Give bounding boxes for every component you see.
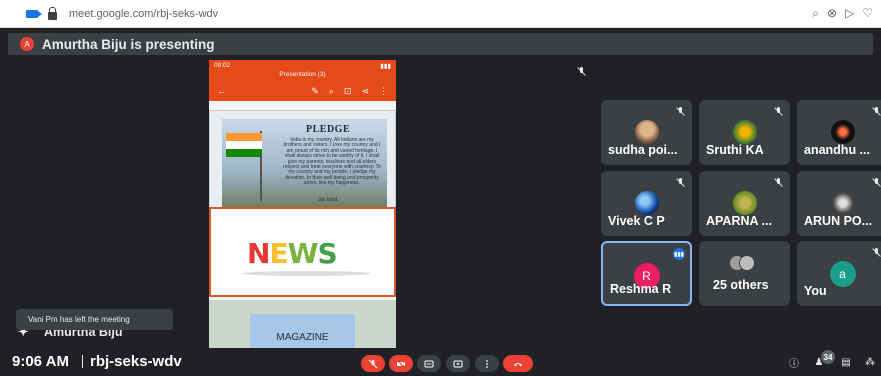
status-time: 09:02 [214, 62, 231, 69]
slide-news[interactable]: NEWS [209, 207, 396, 297]
participant-tile[interactable]: APARNA ... [699, 171, 790, 236]
mic-off-icon [676, 178, 685, 187]
participant-name: ARUN PO... [804, 214, 873, 228]
avatar [830, 191, 855, 215]
more-vert-icon[interactable]: ⋮ [379, 86, 388, 97]
avatar [732, 120, 757, 144]
presentation-screen: 09:02 ▮▮▮ Presentation (3) ← ✎ ⌕ ⊡ ⋖ ⋮ P… [209, 60, 396, 348]
slide-pledge[interactable]: PLEDGE India is my country. All Indians … [209, 110, 396, 210]
browser-url-bar: meet.google.com/rbj-seks-wdv ⌕ ⊗ ▷ ♡ [0, 0, 881, 28]
avatar: a [829, 261, 856, 287]
activities-icon[interactable]: ⁂ [864, 356, 876, 368]
participant-name: sudha poi... [608, 143, 678, 157]
news-wordart: NEWS [247, 237, 338, 270]
mic-off-button[interactable] [361, 355, 385, 372]
participant-tile[interactable]: Sruthi KA [699, 100, 790, 165]
signal-icon: ▮▮▮ [380, 62, 391, 70]
speaking-indicator-icon: ▮▮▮ [673, 248, 685, 260]
participant-tile[interactable]: sudha poi... [601, 100, 692, 165]
more-vert-icon [486, 359, 488, 368]
clock: 9:06 AM [12, 353, 69, 370]
url-text[interactable]: meet.google.com/rbj-seks-wdv [69, 8, 218, 20]
participant-name: Vivek C P [608, 214, 665, 228]
slide-title: PLEDGE [306, 124, 351, 135]
more-options-button[interactable] [475, 355, 499, 372]
present-screen-icon [453, 360, 463, 367]
video-camera-icon [26, 9, 42, 18]
participant-count-badge: 34 [821, 350, 835, 364]
lock-icon[interactable] [48, 6, 57, 20]
self-tile[interactable]: a You [797, 241, 881, 306]
mic-off-icon [774, 178, 783, 187]
video-off-icon [396, 359, 406, 368]
mic-off-icon [774, 107, 783, 116]
pencil-icon[interactable]: ✎ [311, 86, 319, 97]
news-shadow [241, 271, 371, 276]
avatar [634, 120, 659, 144]
mic-off-icon [872, 178, 881, 187]
send-icon[interactable]: ▷ [845, 6, 854, 21]
avatar [830, 120, 855, 144]
bottom-bar: 9:06 AM rbj-seks-wdv ⓘ ♟ 34 ▤ ⁂ [0, 348, 881, 376]
participant-name: APARNA ... [706, 214, 772, 228]
slides-toolbar: ← ✎ ⌕ ⊡ ⋖ ⋮ [209, 81, 396, 101]
participant-tile[interactable]: anandhu ... [797, 100, 881, 165]
meeting-code: rbj-seks-wdv [90, 353, 182, 370]
mic-off-icon [577, 67, 586, 76]
heart-icon[interactable]: ♡ [862, 6, 873, 21]
others-count: 25 others [713, 278, 769, 292]
app-title: Presentation (3) [209, 71, 396, 81]
participant-name: Sruthi KA [706, 143, 764, 157]
participant-tile[interactable]: Vivek C P [601, 171, 692, 236]
share-icon[interactable]: ⋖ [361, 86, 369, 97]
browser-actions: ⌕ ⊗ ▷ ♡ [812, 6, 873, 21]
slide-magazine[interactable]: MAGAZINE [209, 300, 396, 348]
mic-off-icon [872, 248, 881, 257]
present-button[interactable] [446, 355, 470, 372]
end-call-button[interactable] [503, 355, 533, 372]
search-icon[interactable]: ⌕ [329, 86, 334, 97]
pledge-text: India is my country. All Indians are my … [283, 137, 381, 187]
divider [82, 355, 83, 368]
zoom-icon[interactable]: ⌕ [812, 6, 819, 21]
mic-off-icon [872, 107, 881, 116]
mic-off-icon [368, 359, 378, 368]
participant-tile-speaking[interactable]: ▮▮▮ R Reshma R [601, 241, 692, 306]
mic-off-icon [676, 107, 685, 116]
presenting-banner: A Amurtha Biju is presenting [8, 33, 873, 55]
info-icon[interactable]: ⓘ [788, 356, 800, 370]
camera-off-button[interactable] [389, 355, 413, 372]
magazine-title: MAGAZINE [250, 314, 355, 348]
participant-tile[interactable]: ARUN PO... [797, 171, 881, 236]
slideshow-icon[interactable]: ⊡ [344, 86, 352, 97]
presenting-text: Amurtha Biju is presenting [42, 36, 215, 52]
block-icon[interactable]: ⊗ [827, 6, 837, 21]
participant-name: You [804, 284, 827, 298]
participant-name: anandhu ... [804, 143, 870, 157]
back-arrow-icon[interactable]: ← [217, 86, 226, 96]
notification-toast: Vani Pm has left the meeting [16, 309, 173, 330]
participant-name: Reshma R [610, 282, 672, 296]
avatar [732, 191, 757, 215]
end-call-icon [514, 362, 522, 366]
avatar [634, 191, 659, 215]
captions-icon [424, 360, 434, 367]
others-tile[interactable]: 25 others [699, 241, 790, 306]
others-avatars [729, 255, 763, 273]
presenter-avatar: A [20, 37, 34, 51]
phone-status-bar: 09:02 ▮▮▮ [209, 60, 396, 71]
captions-button[interactable] [417, 355, 441, 372]
indian-flag-image [226, 133, 262, 157]
pledge-footer: Jai hind. [318, 197, 339, 203]
chat-icon[interactable]: ▤ [840, 356, 852, 368]
